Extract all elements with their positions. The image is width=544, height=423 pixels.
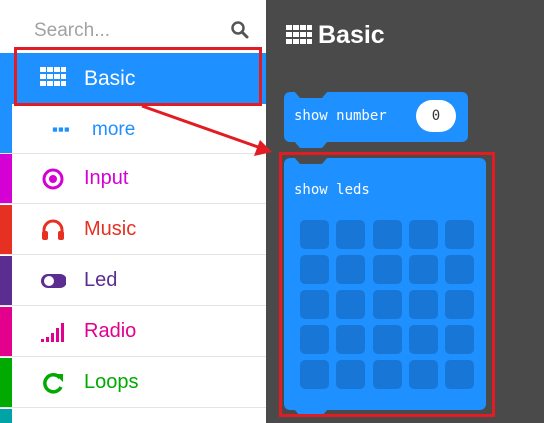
category-more[interactable]: more	[0, 104, 266, 154]
category-stripe	[0, 409, 12, 423]
search-bar[interactable]: Search...	[16, 6, 266, 50]
category-stripe	[0, 104, 12, 153]
category-stripe	[0, 358, 12, 407]
search-input[interactable]: Search...	[34, 20, 110, 42]
block-notch	[294, 141, 328, 148]
category-partial	[0, 409, 266, 423]
category-loops[interactable]: Loops	[0, 358, 266, 408]
dots-icon	[52, 127, 69, 132]
grid-icon	[286, 25, 312, 44]
headphones-icon	[42, 219, 64, 240]
refresh-icon	[43, 373, 63, 394]
category-radio[interactable]: Radio	[0, 307, 266, 357]
category-loops-label: Loops	[84, 371, 139, 393]
category-stripe	[0, 154, 12, 203]
highlight-show-leds-block	[279, 152, 495, 417]
block-notch	[294, 91, 328, 98]
flyout-title: Basic	[318, 21, 385, 49]
category-music-label: Music	[84, 218, 137, 240]
number-input[interactable]: 0	[416, 100, 456, 132]
search-icon[interactable]	[230, 20, 250, 40]
signal-icon	[41, 323, 64, 342]
category-led-label: Led	[84, 269, 118, 291]
show-number-label: show number	[294, 108, 387, 124]
category-more-label: more	[92, 119, 136, 140]
category-stripe	[0, 205, 12, 254]
show-number-block[interactable]: show number 0	[284, 91, 468, 148]
category-input-label: Input	[84, 167, 129, 189]
category-stripe	[0, 307, 12, 356]
target-icon	[42, 168, 64, 190]
category-stripe	[0, 256, 12, 305]
highlight-basic-category	[14, 47, 262, 106]
category-led[interactable]: Led	[0, 256, 266, 306]
category-radio-label: Radio	[84, 320, 137, 342]
category-input[interactable]: Input	[0, 154, 266, 204]
toggle-icon	[41, 274, 66, 288]
category-music[interactable]: Music	[0, 205, 266, 255]
